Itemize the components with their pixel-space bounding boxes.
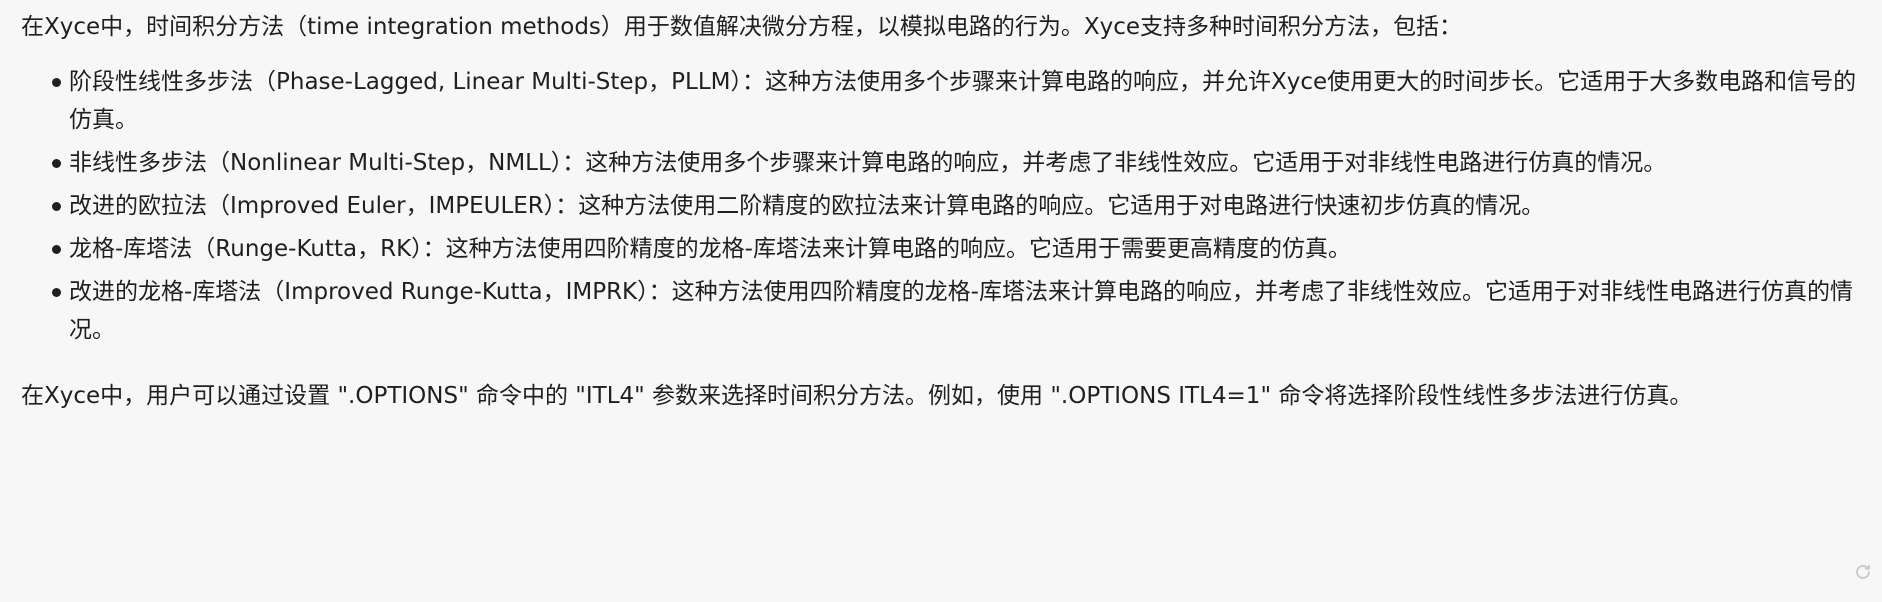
- list-item: 改进的龙格-库塔法（Improved Runge-Kutta，IMPRK）：这种…: [21, 273, 1862, 349]
- list-item: 阶段性线性多步法（Phase-Lagged, Linear Multi-Step…: [21, 63, 1862, 139]
- refresh-icon[interactable]: [1853, 562, 1873, 582]
- list-item-text: 改进的龙格-库塔法（Improved Runge-Kutta，IMPRK）：这种…: [69, 279, 1853, 343]
- list-item: 改进的欧拉法（Improved Euler，IMPEULER）：这种方法使用二阶…: [21, 187, 1862, 225]
- outro-paragraph: 在Xyce中，用户可以通过设置 ".OPTIONS" 命令中的 "ITL4" 参…: [21, 383, 1693, 409]
- list-item-text: 阶段性线性多步法（Phase-Lagged, Linear Multi-Step…: [69, 69, 1857, 133]
- bullet-icon: [52, 159, 61, 168]
- list-item: 龙格-库塔法（Runge-Kutta，RK）：这种方法使用四阶精度的龙格-库塔法…: [21, 230, 1862, 268]
- bullet-icon: [52, 245, 61, 254]
- list-item-text: 龙格-库塔法（Runge-Kutta，RK）：这种方法使用四阶精度的龙格-库塔法…: [69, 236, 1351, 262]
- bullet-icon: [52, 78, 61, 87]
- intro-paragraph: 在Xyce中，时间积分方法（time integration methods）用…: [21, 14, 1463, 40]
- list-item: 非线性多步法（Nonlinear Multi-Step，NMLL）：这种方法使用…: [21, 144, 1862, 182]
- methods-list: 阶段性线性多步法（Phase-Lagged, Linear Multi-Step…: [21, 63, 1862, 349]
- list-item-text: 改进的欧拉法（Improved Euler，IMPEULER）：这种方法使用二阶…: [69, 193, 1545, 219]
- list-item-text: 非线性多步法（Nonlinear Multi-Step，NMLL）：这种方法使用…: [69, 150, 1667, 176]
- assistant-message: 在Xyce中，时间积分方法（time integration methods）用…: [0, 0, 1882, 602]
- bullet-icon: [52, 288, 61, 297]
- bullet-icon: [52, 202, 61, 211]
